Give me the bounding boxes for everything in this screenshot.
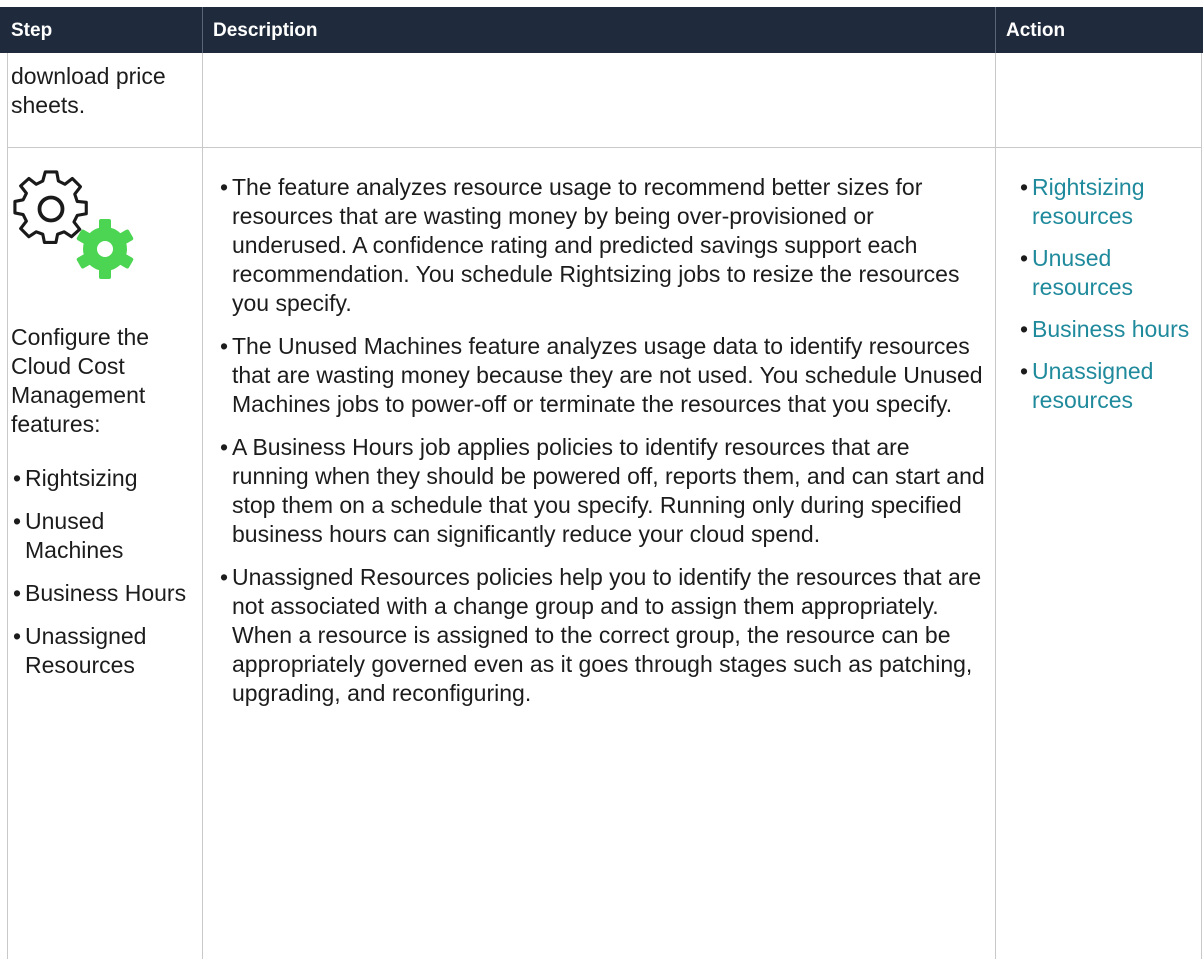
step-intro: Configure the Cloud Cost Management feat… [11,324,150,437]
row1-step-text: download price sheets. [11,63,166,118]
list-item: Business hours [1018,315,1198,344]
description-item-rightsizing: The feature analyzes resource usage to r… [218,173,988,318]
column-border [202,53,203,959]
row-border [7,147,1202,148]
description-item-unassigned-resources: Unassigned Resources policies help you t… [218,563,988,708]
header-action: Action [1006,20,1066,41]
description-item-business-hours: A Business Hours job applies policies to… [218,433,988,549]
row2-description: The feature analyzes resource usage to r… [218,173,988,722]
list-item: Unassigned Resources [11,622,199,680]
description-item-unused-machines: The Unused Machines feature analyzes usa… [218,332,988,419]
column-border [7,53,8,959]
gear-settings-icon [11,168,146,283]
list-item: Unused Machines [11,507,199,565]
link-rightsizing-resources[interactable]: Rightsizing resources [1032,174,1145,229]
table-header: Step Description Action [0,7,1203,53]
header-step: Step [11,20,53,41]
column-border [1201,53,1202,959]
header-divider [995,7,996,53]
list-item: Business Hours [11,579,199,608]
link-unassigned-resources[interactable]: Unassigned resources [1032,358,1153,413]
list-item: Rightsizing [11,464,199,493]
column-border [995,53,996,959]
row2-step: Configure the Cloud Cost Management feat… [11,323,199,694]
list-item: Unassigned resources [1018,357,1198,415]
link-business-hours[interactable]: Business hours [1032,316,1189,342]
action-link-list: Rightsizing resources Unused resources B… [1018,173,1198,415]
header-divider [202,7,203,53]
feature-table: Step Description Action download price s… [0,0,1203,959]
accent-gear [76,219,134,279]
description-list: The feature analyzes resource usage to r… [218,173,988,708]
list-item: Rightsizing resources [1018,173,1198,231]
row2-actions: Rightsizing resources Unused resources B… [1018,173,1198,428]
header-description: Description [213,20,318,41]
link-unused-resources[interactable]: Unused resources [1032,245,1133,300]
step-feature-list: Rightsizing Unused Machines Business Hou… [11,464,199,680]
list-item: Unused resources [1018,244,1198,302]
